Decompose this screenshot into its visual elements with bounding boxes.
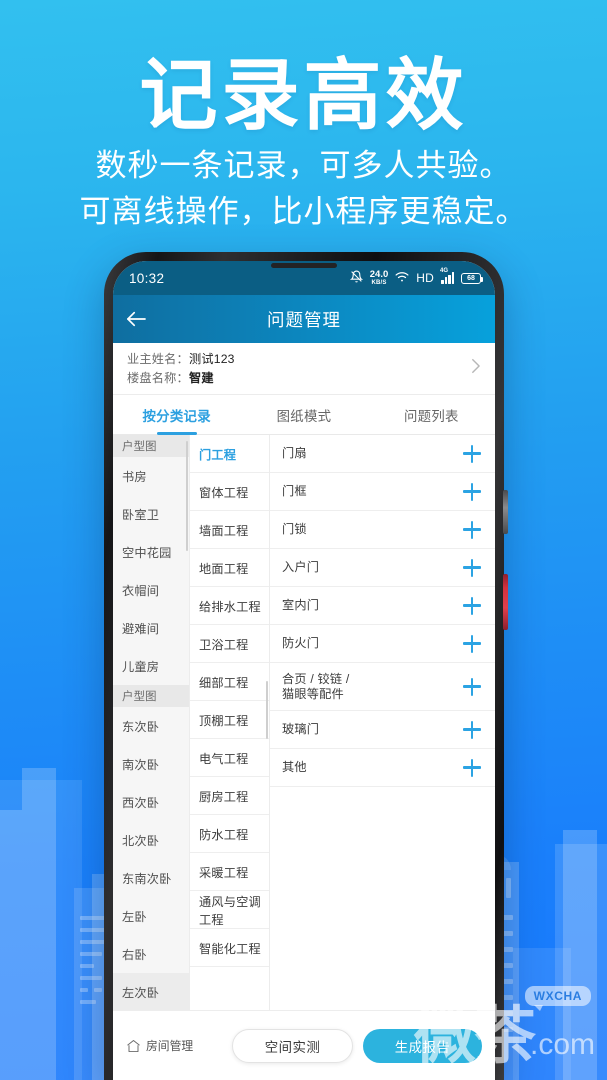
owner-name-value: 测试123	[188, 351, 235, 366]
wifi-icon	[395, 271, 409, 286]
plus-icon[interactable]	[463, 520, 481, 539]
bottom-action-bar: 房间管理 空间实测 生成报告	[113, 1010, 495, 1080]
plus-icon[interactable]	[463, 634, 481, 653]
space-measure-button[interactable]: 空间实测	[232, 1028, 353, 1063]
project-name-label: 楼盘名称：	[127, 370, 189, 385]
component-list-item[interactable]: 门锁	[270, 511, 495, 549]
component-list-item[interactable]: 门框	[270, 473, 495, 511]
status-clock: 10:32	[129, 270, 165, 286]
engineering-list-item[interactable]: 顶棚工程	[190, 701, 269, 739]
tab-3[interactable]: 问题列表	[368, 395, 495, 434]
bell-mute-icon	[349, 270, 363, 286]
room-list-item[interactable]: 空中花园	[113, 533, 189, 571]
component-label: 室内门	[282, 598, 320, 612]
component-label: 门框	[282, 484, 307, 498]
mode-tabs: 按分类记录 图纸模式 问题列表	[113, 395, 495, 435]
promo-subtitle-line2: 可离线操作，比小程序更稳定。	[79, 194, 528, 229]
power-button[interactable]	[503, 574, 508, 630]
room-list-item[interactable]: 北次卧	[113, 821, 189, 859]
plus-icon[interactable]	[463, 444, 481, 463]
app-bar: 问题管理	[113, 295, 495, 343]
engineering-list-item[interactable]: 墙面工程	[190, 511, 269, 549]
room-list-item[interactable]: 卧室卫	[113, 495, 189, 533]
home-icon	[126, 1039, 141, 1053]
engineering-list-item[interactable]: 给排水工程	[190, 587, 269, 625]
component-label: 入户门	[282, 560, 320, 574]
room-group-header: 户型图	[113, 685, 189, 707]
project-name-row: 楼盘名称：智建	[127, 369, 462, 388]
engineering-list-item[interactable]: 采暖工程	[190, 853, 269, 891]
owner-info-card[interactable]: 业主姓名：测试123 楼盘名称：智建	[113, 343, 495, 395]
engineering-list-item[interactable]: 通风与空调工程	[190, 891, 269, 929]
component-label: 门锁	[282, 522, 307, 536]
engineering-list-item[interactable]: 地面工程	[190, 549, 269, 587]
tab-2[interactable]: 图纸模式	[240, 395, 367, 434]
engineering-list-item[interactable]: 电气工程	[190, 739, 269, 777]
earpiece-speaker	[271, 263, 337, 268]
room-group-header: 户型图	[113, 435, 189, 457]
back-arrow-icon[interactable]	[113, 310, 159, 328]
component-list-item[interactable]: 合页 / 铰链 / 猫眼等配件	[270, 663, 495, 711]
generate-report-button[interactable]: 生成报告	[363, 1028, 482, 1063]
category-browser: 户型图 书房 卧室卫 空中花园 衣帽间 避难间 儿童房 户型图 东次卧 南次卧 西次卧 北次卧 东南次卧…	[113, 435, 495, 1072]
component-list-item[interactable]: 玻璃门	[270, 711, 495, 749]
room-management-button[interactable]: 房间管理	[126, 1037, 222, 1054]
room-list-item[interactable]: 右卧	[113, 935, 189, 973]
engineering-list-item[interactable]: 厨房工程	[190, 777, 269, 815]
room-management-label: 房间管理	[146, 1039, 194, 1053]
component-list-item[interactable]: 门扇	[270, 435, 495, 473]
engineering-list-item[interactable]: 窗体工程	[190, 473, 269, 511]
room-list-item[interactable]: 儿童房	[113, 647, 189, 685]
mid-scroll-thumb[interactable]	[265, 681, 268, 739]
room-list-column[interactable]: 户型图 书房 卧室卫 空中花园 衣帽间 避难间 儿童房 户型图 东次卧 南次卧 西次卧 北次卧 东南次卧…	[113, 435, 189, 1072]
owner-name-label: 业主姓名：	[127, 351, 189, 366]
component-label: 玻璃门	[282, 722, 320, 736]
phone-screen: 10:32 24.0 KB/S HD 4G 68 问题管理 业主姓名：测试123…	[113, 261, 495, 1080]
room-list-item[interactable]: 左卧	[113, 897, 189, 935]
project-name-value: 智建	[188, 370, 214, 385]
room-list-item[interactable]: 避难间	[113, 609, 189, 647]
tab-1[interactable]: 按分类记录	[113, 395, 240, 434]
page-title: 记录高效	[139, 51, 468, 139]
room-list-item[interactable]: 南次卧	[113, 745, 189, 783]
component-label: 门扇	[282, 446, 307, 460]
owner-name-row: 业主姓名：测试123	[127, 350, 462, 369]
battery-icon: 68	[461, 272, 483, 284]
volume-button[interactable]	[503, 490, 508, 534]
plus-icon[interactable]	[463, 720, 481, 739]
engineering-list-item[interactable]: 门工程	[190, 435, 269, 473]
left-scroll-thumb[interactable]	[185, 441, 188, 551]
engineering-list-column[interactable]: 门工程 窗体工程 墙面工程 地面工程 给排水工程 卫浴工程 细部工程 顶棚工程 电气工程 厨房工程…	[189, 435, 269, 1072]
chevron-right-icon[interactable]	[462, 357, 481, 380]
engineering-list-item[interactable]: 智能化工程	[190, 929, 269, 967]
component-label: 防火门	[282, 636, 320, 650]
component-list-item[interactable]: 防火门	[270, 625, 495, 663]
component-list-item[interactable]: 其他	[270, 749, 495, 787]
room-list-item[interactable]: 西次卧	[113, 783, 189, 821]
room-list-item[interactable]: 衣帽间	[113, 571, 189, 609]
room-list-item[interactable]: 东次卧	[113, 707, 189, 745]
room-list-item[interactable]: 左次卧	[113, 973, 189, 1011]
network-speed-indicator: 24.0 KB/S	[369, 269, 389, 286]
component-list-item[interactable]: 入户门	[270, 549, 495, 587]
plus-icon[interactable]	[463, 677, 481, 696]
engineering-list-item[interactable]: 卫浴工程	[190, 625, 269, 663]
room-list-item[interactable]: 东南次卧	[113, 859, 189, 897]
app-bar-title: 问题管理	[267, 309, 341, 330]
signal-bars-icon: 4G	[440, 268, 454, 284]
plus-icon[interactable]	[463, 558, 481, 577]
plus-icon[interactable]	[463, 596, 481, 615]
component-list-item[interactable]: 室内门	[270, 587, 495, 625]
plus-icon[interactable]	[463, 482, 481, 501]
plus-icon[interactable]	[463, 758, 481, 777]
phone-mockup: 10:32 24.0 KB/S HD 4G 68 问题管理 业主姓名：测试123…	[104, 252, 508, 1080]
engineering-list-item[interactable]: 细部工程	[190, 663, 269, 701]
room-list-item[interactable]: 书房	[113, 457, 189, 495]
promo-subtitle-line1: 数秒一条记录，可多人共验。	[95, 148, 512, 183]
component-list-column[interactable]: 门扇门框门锁入户门室内门防火门合页 / 铰链 / 猫眼等配件玻璃门其他	[269, 435, 495, 1072]
component-label: 合页 / 铰链 / 猫眼等配件	[282, 671, 350, 701]
component-label: 其他	[282, 760, 307, 774]
hd-label: HD	[416, 271, 434, 285]
engineering-list-item[interactable]: 防水工程	[190, 815, 269, 853]
